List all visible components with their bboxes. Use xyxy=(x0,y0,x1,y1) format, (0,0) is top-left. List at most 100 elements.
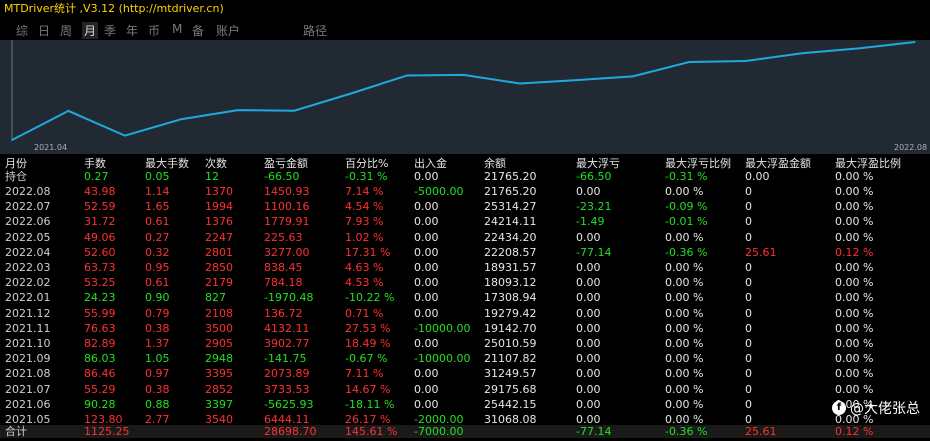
table-cell: 12 xyxy=(205,170,219,183)
table-cell: 0.00 xyxy=(576,306,601,320)
table-row: 2022.06 31.72 0.61 1376 1779.91 7.93 % 0.00 242… xyxy=(0,215,930,228)
total-row: 合计 1125.25 28698.70 145.61 % -7000.00 -77.14 -… xyxy=(0,425,930,438)
tab-1[interactable]: 日 xyxy=(38,22,50,39)
tab-9[interactable]: 账户 xyxy=(216,22,240,39)
table-cell: 0 xyxy=(745,215,752,229)
table-cell: 0.00 xyxy=(576,291,601,305)
tab-10[interactable]: 路径 xyxy=(303,22,327,39)
table-cell: 0.00 xyxy=(414,337,439,350)
table-row: 2022.03 63.73 0.95 2850 838.45 4.63 % 0.00 1893… xyxy=(0,261,930,274)
table-cell: 0.00 % xyxy=(835,382,874,396)
table-cell: 0.00 % xyxy=(835,185,874,198)
table-cell: -7000.00 xyxy=(414,425,464,438)
table-cell: 24.23 xyxy=(84,291,116,305)
table-cell: 82.89 xyxy=(84,337,116,350)
tab-0[interactable]: 综 xyxy=(16,22,28,39)
tab-6[interactable]: 币 xyxy=(148,22,160,39)
watermark-text: @大佬张总 xyxy=(850,401,920,417)
table-cell: 0.71 % xyxy=(345,306,384,320)
column-header: 百分比% xyxy=(345,157,389,170)
table-cell: -5625.93 xyxy=(264,397,314,411)
table-cell: 0.00 xyxy=(414,170,439,183)
table-cell: 7.93 % xyxy=(345,215,384,229)
table-cell: 0.05 xyxy=(145,170,170,183)
table-cell: 63.73 xyxy=(84,261,116,274)
data-point-2021.09 xyxy=(293,109,295,112)
table-cell: 24214.11 xyxy=(484,215,537,229)
table-cell: 55.29 xyxy=(84,382,116,396)
table-cell: 0.00 xyxy=(576,397,601,411)
table-cell: 4.63 % xyxy=(345,261,384,274)
table-cell: 2022.03 xyxy=(5,261,51,274)
table-cell: 0.00 % xyxy=(835,200,874,214)
table-cell: 0.00 % xyxy=(665,397,704,411)
column-header: 次数 xyxy=(205,157,227,170)
table-cell: -66.50 xyxy=(264,170,300,183)
table-cell: 0 xyxy=(745,230,752,244)
table-cell: 21765.20 xyxy=(484,170,537,183)
data-point-2022.07 xyxy=(857,47,860,50)
data-point-2021.12 xyxy=(462,74,465,76)
column-header: 最大浮盈金额 xyxy=(745,157,811,170)
tab-3[interactable]: 月 xyxy=(82,22,99,39)
tab-2[interactable]: 周 xyxy=(60,22,72,39)
table-cell: 0.00 % xyxy=(835,215,874,229)
table-row: 2021.09 86.03 1.05 2948 -141.75 -0.67 % -10000… xyxy=(0,352,930,365)
table-cell: 0.00 xyxy=(576,352,601,366)
table-cell: 0 xyxy=(745,291,752,305)
table-cell: 0 xyxy=(745,337,752,350)
table-cell: 2073.89 xyxy=(264,367,310,381)
table-cell: 1.14 xyxy=(145,185,170,198)
table-row: 2022.07 52.59 1.65 1994 1100.16 4.54 % 0.00 253… xyxy=(0,200,930,213)
table-cell: 0.00 % xyxy=(835,367,874,381)
table-cell: 0.00 xyxy=(576,337,601,350)
table-cell: -66.50 xyxy=(576,170,612,183)
table-cell: 0.97 xyxy=(145,367,170,381)
table-cell: 7.11 % xyxy=(345,367,384,381)
table-cell: 4.53 % xyxy=(345,276,384,290)
data-point-2022.01 xyxy=(519,82,521,85)
table-cell: 合计 xyxy=(5,425,27,438)
table-cell: 86.03 xyxy=(84,352,116,366)
table-cell: 1125.25 xyxy=(84,425,130,438)
tab-8[interactable]: 备 xyxy=(192,22,204,39)
column-header: 出入金 xyxy=(414,157,447,170)
table-cell: 827 xyxy=(205,291,226,305)
table-cell: 0.95 xyxy=(145,261,170,274)
table-cell: 31249.57 xyxy=(484,367,537,381)
tab-5[interactable]: 年 xyxy=(126,22,138,39)
table-cell: 持仓 xyxy=(5,170,27,183)
table-cell: 2021.12 xyxy=(5,306,51,320)
table-cell: 25.61 xyxy=(745,425,777,438)
table-cell: 31.72 xyxy=(84,215,116,229)
table-cell: 21765.20 xyxy=(484,185,537,198)
table-cell: 0.00 % xyxy=(665,230,704,244)
table-cell: 0.00 % xyxy=(665,276,704,290)
tab-bar: 综日周月季年币 M 备账户 路径 xyxy=(0,20,930,40)
table-row: 2022.05 49.06 0.27 2247 225.63 1.02 % 0.00 2243… xyxy=(0,231,930,244)
table-cell: 29175.68 xyxy=(484,382,537,396)
table-cell: 22434.20 xyxy=(484,230,537,244)
table-cell: 0.00 % xyxy=(835,230,874,244)
table-row: 2021.07 55.29 0.38 2852 3733.53 14.67 % 0.00 29… xyxy=(0,383,930,396)
table-row: 2021.08 86.46 0.97 3395 2073.89 7.11 % 0.00 312… xyxy=(0,367,930,380)
table-cell: 25314.27 xyxy=(484,200,537,214)
table-header: 月份 手数 最大手数 次数 盈亏金额 百分比% 出入金 余额 最大浮亏 最大浮亏比例 最大浮盈金额 最… xyxy=(0,157,930,170)
table-cell: 2852 xyxy=(205,382,233,396)
watermark: f @大佬张总 xyxy=(832,398,920,418)
data-point-2022.08 xyxy=(914,41,916,43)
table-cell: 3733.53 xyxy=(264,382,310,396)
table-cell: 0 xyxy=(745,352,752,366)
table-cell: 17.31 % xyxy=(345,245,391,259)
table-cell: 1.05 xyxy=(145,352,170,366)
table-cell: 28698.70 xyxy=(264,425,317,438)
table-cell: 0.88 xyxy=(145,397,170,411)
column-header: 盈亏金额 xyxy=(264,157,308,170)
table-cell: 0 xyxy=(745,200,752,214)
table-cell: -1970.48 xyxy=(264,291,314,305)
table-cell: -10000.00 xyxy=(414,321,471,335)
table-cell: 0.00 % xyxy=(665,337,704,350)
column-header: 最大浮盈比例 xyxy=(835,157,901,170)
tab-4[interactable]: 季 xyxy=(104,22,116,39)
tab-7[interactable]: M xyxy=(172,22,182,36)
